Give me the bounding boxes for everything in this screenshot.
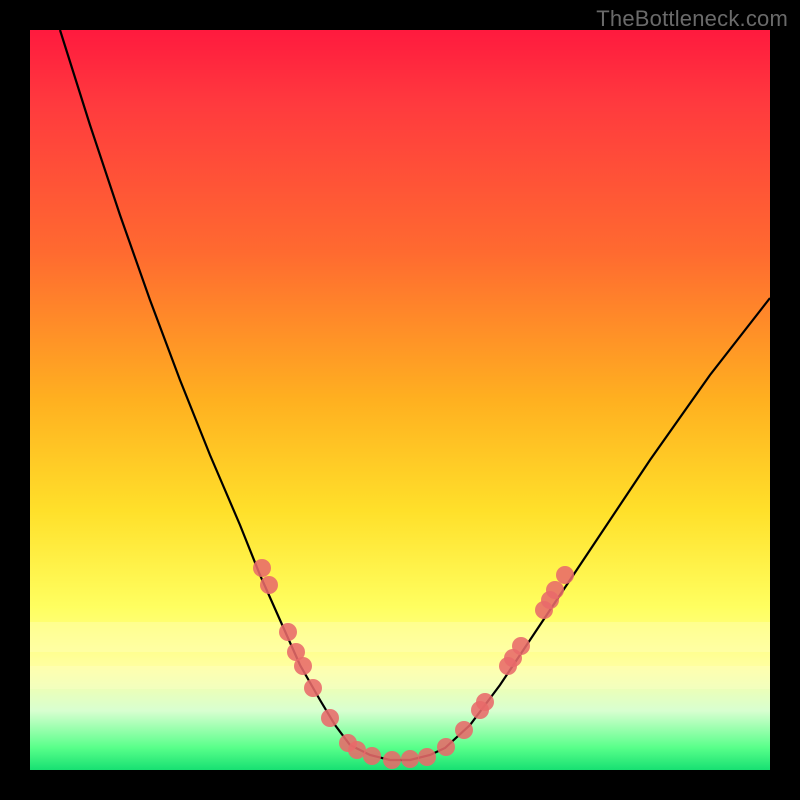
watermark-text: TheBottleneck.com [596, 6, 788, 32]
data-dot [321, 709, 339, 727]
data-dot [437, 738, 455, 756]
data-dot [304, 679, 322, 697]
data-dot [455, 721, 473, 739]
data-dot [512, 637, 530, 655]
data-dot [418, 748, 436, 766]
chart-frame: TheBottleneck.com [0, 0, 800, 800]
data-dot [260, 576, 278, 594]
data-dot [546, 581, 564, 599]
curve-svg [30, 30, 770, 770]
data-dot [279, 623, 297, 641]
data-dot [401, 750, 419, 768]
bottleneck-curve [60, 30, 770, 760]
marker-group [253, 559, 574, 769]
data-dot [556, 566, 574, 584]
data-dot [294, 657, 312, 675]
data-dot [383, 751, 401, 769]
data-dot [363, 747, 381, 765]
plot-area [30, 30, 770, 770]
data-dot [253, 559, 271, 577]
data-dot [476, 693, 494, 711]
